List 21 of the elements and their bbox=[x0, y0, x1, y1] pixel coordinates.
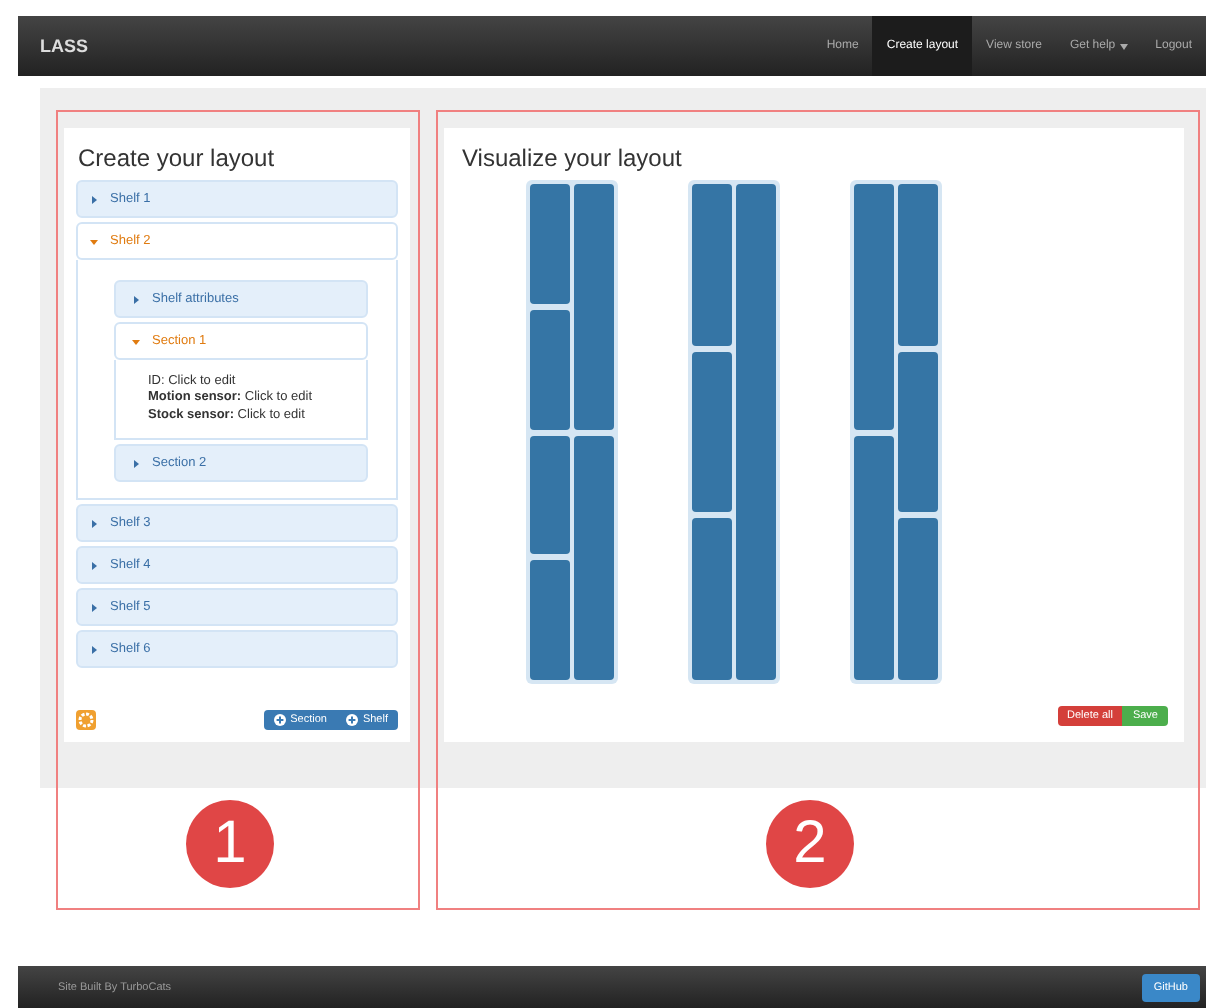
caret-icon bbox=[90, 561, 98, 570]
plus-icon bbox=[274, 714, 287, 726]
annotation-marker: 1 bbox=[186, 800, 274, 888]
panel-title: Create your layout bbox=[78, 144, 277, 172]
settings-button[interactable] bbox=[76, 710, 96, 730]
gear-icon bbox=[78, 712, 94, 728]
caret-icon bbox=[90, 195, 98, 203]
shelf-drawing[interactable] bbox=[688, 180, 780, 684]
shelf-drawing[interactable] bbox=[850, 180, 942, 684]
caret-icon bbox=[90, 645, 98, 654]
caret-icon bbox=[90, 603, 98, 612]
panel-title: Visualize your layout bbox=[462, 144, 684, 172]
caret-icon bbox=[132, 459, 140, 468]
caret-icon bbox=[90, 237, 98, 245]
annotation-marker: 2 bbox=[766, 800, 854, 888]
caret-icon bbox=[132, 295, 140, 303]
plus-icon bbox=[346, 714, 359, 726]
caret-icon bbox=[132, 337, 140, 345]
caret-icon bbox=[90, 519, 98, 528]
brand-logo[interactable]: LASS bbox=[18, 36, 89, 56]
shelf-drawing[interactable] bbox=[526, 180, 618, 684]
